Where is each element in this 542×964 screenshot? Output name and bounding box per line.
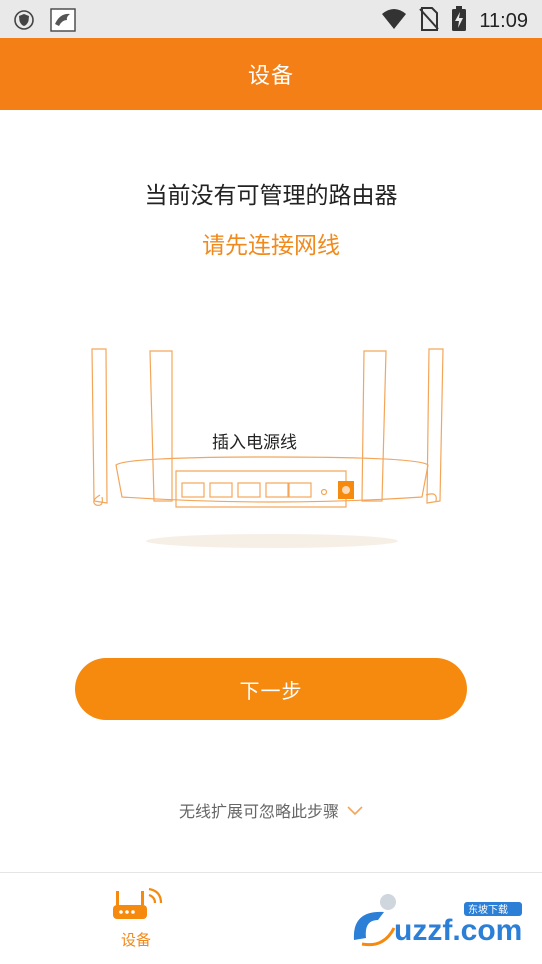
no-sim-icon xyxy=(419,7,440,35)
bottom-navigation: 设备 uzzf.com 东坡下载 xyxy=(0,872,542,964)
next-step-label: 下一步 xyxy=(239,678,303,703)
no-router-message: 当前没有可管理的路由器 xyxy=(144,183,398,209)
app-bar: 设备 xyxy=(0,38,542,110)
router-icon xyxy=(107,887,165,927)
next-step-button[interactable]: 下一步 xyxy=(75,658,467,720)
shield-icon xyxy=(14,10,34,34)
skip-step-text: 无线扩展可忽略此步骤 xyxy=(178,802,339,821)
status-time: 11:09 xyxy=(479,9,528,32)
wifi-icon xyxy=(381,8,407,34)
watermark-logo: uzzf.com 东坡下载 xyxy=(344,890,534,952)
router-caption: 插入电源线 xyxy=(212,433,297,453)
watermark-text: uzzf.com xyxy=(394,914,522,947)
page-title: 设备 xyxy=(247,64,294,89)
skip-step-toggle[interactable]: 无线扩展可忽略此步骤 xyxy=(0,798,542,822)
tab-devices[interactable]: 设备 xyxy=(100,887,172,950)
battery-charging-icon xyxy=(451,6,467,36)
status-bar: 11:09 xyxy=(0,0,542,38)
bird-app-icon xyxy=(50,8,76,36)
tab-devices-label: 设备 xyxy=(120,931,151,949)
watermark-tagline: 东坡下载 xyxy=(468,903,508,916)
chevron-down-icon xyxy=(347,801,363,820)
connect-cable-hint: 请先连接网线 xyxy=(202,233,340,259)
